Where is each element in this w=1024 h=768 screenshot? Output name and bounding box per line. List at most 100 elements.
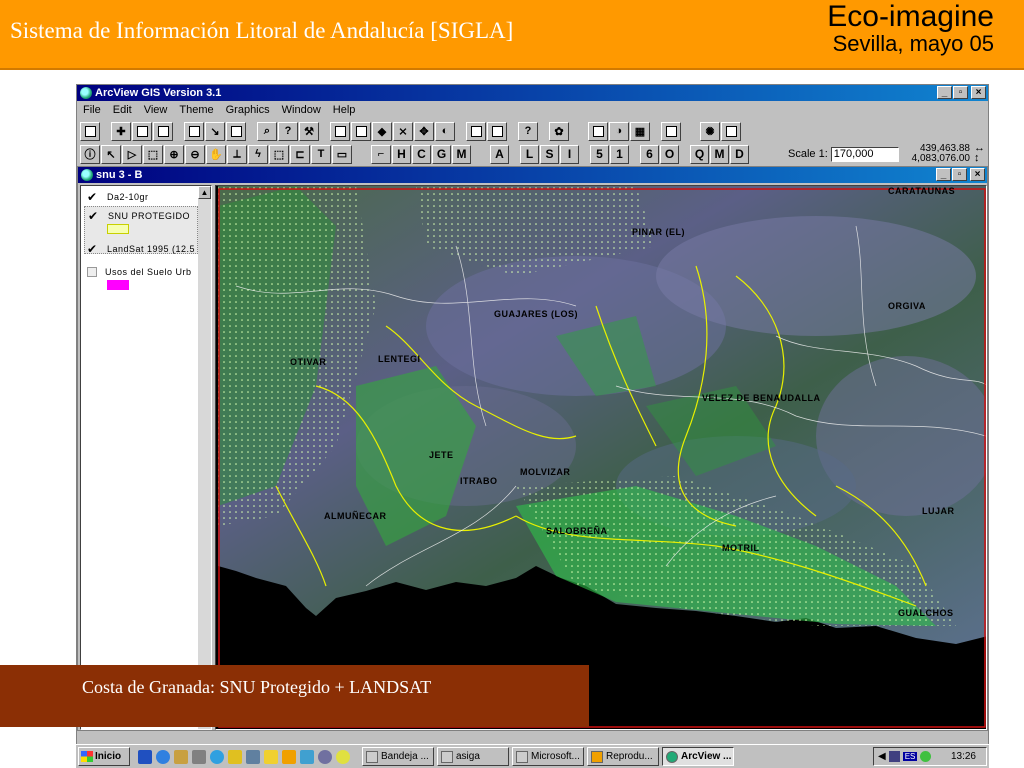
clock[interactable]: 13:26 [951,751,976,762]
task-arcview[interactable]: ArcView ... [662,747,734,766]
folder-icon[interactable] [264,749,278,764]
edit-legend-icon[interactable] [153,121,173,141]
tool-m2[interactable]: M [710,144,729,164]
menu-graphics[interactable]: Graphics [226,102,270,119]
app-titlebar[interactable]: ArcView GIS Version 3.1 _ ▫ × [77,85,988,101]
contrast-icon[interactable]: ◑ [609,121,629,141]
hot-link-icon[interactable]: ↘ [205,121,225,141]
zoom-selected-icon[interactable]: ◆ [372,121,392,141]
tool-l[interactable]: L [520,144,539,164]
minimize-button[interactable]: _ [937,86,952,99]
task-microsoft[interactable]: Microsoft... [512,747,584,766]
image-analysis-icon[interactable]: ✺ [700,121,720,141]
measure-icon[interactable]: ⟂ [227,144,247,164]
globe-icon[interactable] [318,749,332,764]
antivirus-icon[interactable] [920,751,932,762]
pointer-icon[interactable]: ↖ [101,144,121,164]
tool-q[interactable]: Q [690,144,709,164]
image-frame-icon[interactable] [721,121,741,141]
tool-o[interactable]: O [660,144,679,164]
menu-help[interactable]: Help [333,102,356,119]
internet-explorer-icon[interactable] [156,749,170,764]
word-icon[interactable] [138,749,152,764]
tool-d[interactable]: D [730,144,749,164]
help-icon[interactable]: ? [518,121,538,141]
tool-i[interactable]: I [560,144,579,164]
view-restore-button[interactable]: ▫ [952,168,967,181]
tool-m[interactable]: M [452,144,471,164]
theme-properties-icon[interactable] [132,121,152,141]
attribute-table-icon[interactable] [226,121,246,141]
label-icon[interactable]: ⊏ [290,144,310,164]
task-bandeja[interactable]: Bandeja ... [362,747,434,766]
scale-input[interactable] [830,146,899,162]
theme-item[interactable]: ✔ Da2-10gr [87,190,149,204]
desktop-icon[interactable] [192,749,206,764]
task-reproductor[interactable]: Reprodu... [587,747,659,766]
menu-view[interactable]: View [144,102,168,119]
menu-file[interactable]: File [83,102,101,119]
browser-icon[interactable] [210,749,224,764]
locate-address-icon[interactable]: ? [278,121,298,141]
identify-icon[interactable]: ⓘ [80,144,100,164]
tool-6[interactable]: 6 [640,144,659,164]
save-project-icon[interactable] [80,121,100,141]
clock-program-icon[interactable] [336,749,350,764]
theme-item[interactable]: ✔ LandSat 1995 (12.5 [87,242,195,256]
outlook-icon[interactable] [174,749,188,764]
select-features-icon[interactable] [466,121,486,141]
tool-g[interactable]: G [432,144,451,164]
theme-item[interactable]: Usos del Suelo Urb [87,266,192,277]
open-table-icon[interactable] [184,121,204,141]
zoom-full-icon[interactable] [330,121,350,141]
scroll-up-icon[interactable]: ▲ [198,186,211,199]
tool-1[interactable]: 1 [610,144,629,164]
zoom-out-fixed-icon[interactable]: ✥ [414,121,434,141]
query-builder-icon[interactable]: ⚒ [299,121,319,141]
layout-template-icon[interactable] [588,121,608,141]
tool-5[interactable]: 5 [590,144,609,164]
menu-edit[interactable]: Edit [113,102,132,119]
close-button[interactable]: × [971,86,986,99]
task-asiga[interactable]: asiga [437,747,509,766]
tool-a[interactable]: A [490,144,509,164]
theme-checkbox[interactable]: ✔ [87,190,99,204]
clear-selection-icon[interactable] [487,121,507,141]
program-icon[interactable] [300,749,314,764]
theme-checkbox[interactable]: ✔ [88,209,100,223]
view-close-button[interactable]: × [970,168,985,181]
zoom-previous-icon[interactable]: ◐ [435,121,455,141]
vertex-edit-icon[interactable]: ▷ [122,144,142,164]
volume-icon[interactable]: ◀ [878,751,886,762]
tool-c[interactable]: C [412,144,431,164]
color-palette-icon[interactable]: ▦ [630,121,650,141]
text-icon[interactable]: T [311,144,331,164]
theme-checkbox[interactable]: ✔ [87,242,99,256]
restore-button[interactable]: ▫ [953,86,968,99]
zoom-out-icon[interactable]: ⊖ [185,144,205,164]
hotlink-bolt-icon[interactable]: ϟ [248,144,268,164]
area-of-interest-icon[interactable]: ⬚ [269,144,289,164]
toc-scrollbar[interactable]: ▲ [198,186,211,729]
start-button[interactable]: Inicio [78,747,130,766]
view-titlebar[interactable]: snu 3 - B _ ▫ × [78,167,987,183]
search-icon[interactable] [228,749,242,764]
view-minimize-button[interactable]: _ [936,168,951,181]
graphics-tool-icon[interactable]: ⌐ [371,144,391,164]
find-icon[interactable]: ⌕ [257,121,277,141]
draw-rect-icon[interactable]: ▭ [332,144,352,164]
network-icon[interactable] [888,751,900,762]
menu-theme[interactable]: Theme [179,102,213,119]
zoom-in-fixed-icon[interactable]: ⨯ [393,121,413,141]
tool-h[interactable]: H [392,144,411,164]
menu-window[interactable]: Window [282,102,321,119]
theme-checkbox-unchecked[interactable] [87,266,97,277]
explorer-icon[interactable] [246,749,260,764]
pan-hand-icon[interactable]: ✋ [206,144,226,164]
zoom-active-icon[interactable] [351,121,371,141]
select-feature-icon[interactable]: ⬚ [143,144,163,164]
zoom-in-icon[interactable]: ⊕ [164,144,184,164]
map-layout-icon[interactable]: ✿ [549,121,569,141]
map-display[interactable]: CARATAUNAS PINAR (EL) ORGIVA GUAJARES (L… [215,185,987,730]
media-player-icon[interactable] [282,749,296,764]
